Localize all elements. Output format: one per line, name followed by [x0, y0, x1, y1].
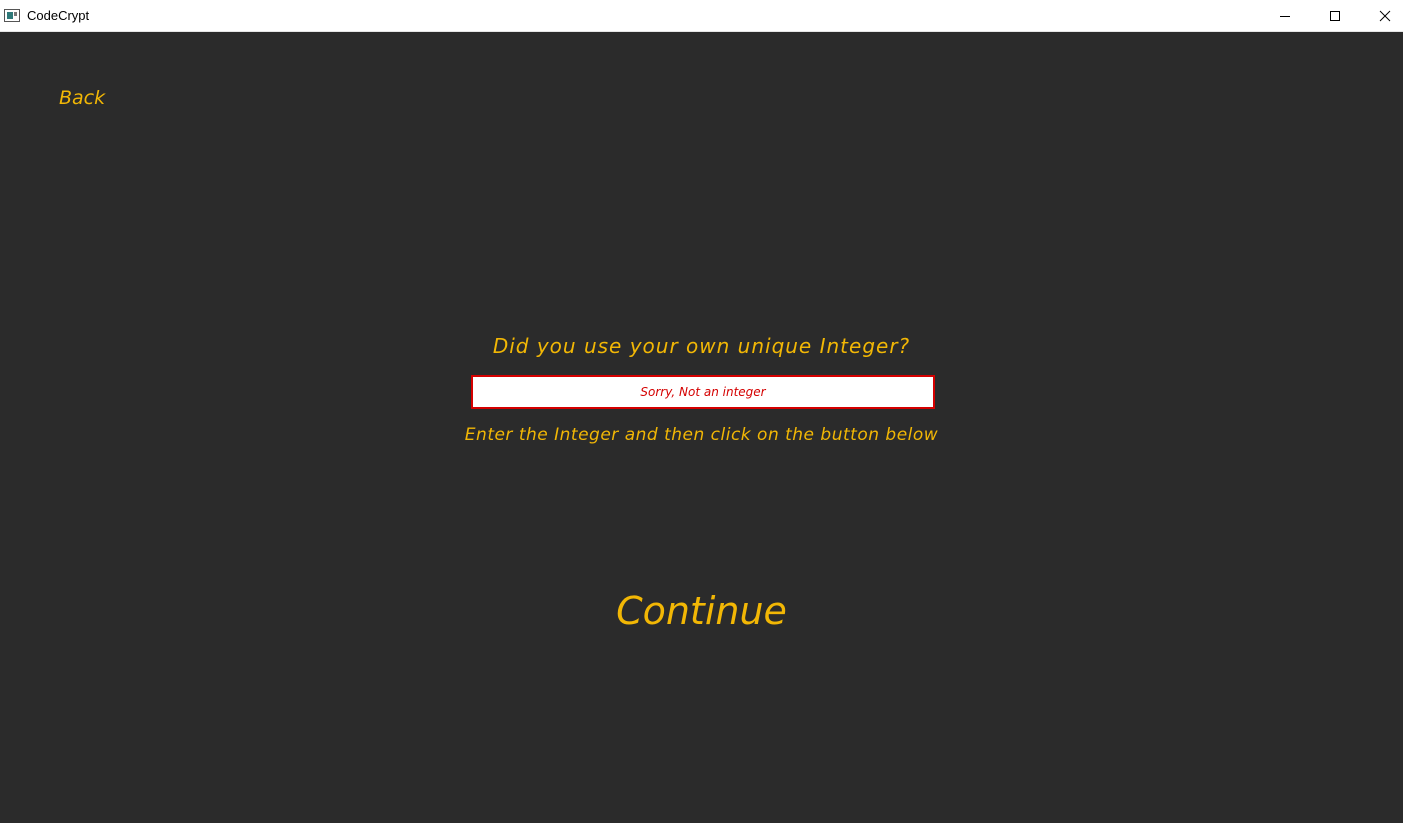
title-bar[interactable]: CodeCrypt: [0, 0, 1403, 32]
continue-button[interactable]: Continue: [0, 589, 1403, 633]
minimize-button[interactable]: [1262, 0, 1308, 32]
back-link[interactable]: Back: [59, 87, 105, 109]
window-title: CodeCrypt: [27, 8, 90, 23]
maximize-icon: [1330, 11, 1340, 21]
minimize-icon: [1280, 16, 1290, 17]
maximize-button[interactable]: [1312, 0, 1358, 32]
close-icon: [1379, 10, 1391, 22]
app-icon: [4, 9, 20, 22]
instruction-text: Enter the Integer and then click on the …: [464, 425, 939, 445]
app-window: CodeCrypt Back Did you use your own uniq…: [0, 0, 1403, 823]
main-content: Back Did you use your own unique Integer…: [0, 33, 1403, 823]
close-button[interactable]: [1362, 0, 1403, 32]
integer-input[interactable]: Sorry, Not an integer: [471, 375, 935, 409]
question-heading: Did you use your own unique Integer?: [492, 334, 911, 358]
continue-button-label: Continue: [616, 589, 787, 633]
